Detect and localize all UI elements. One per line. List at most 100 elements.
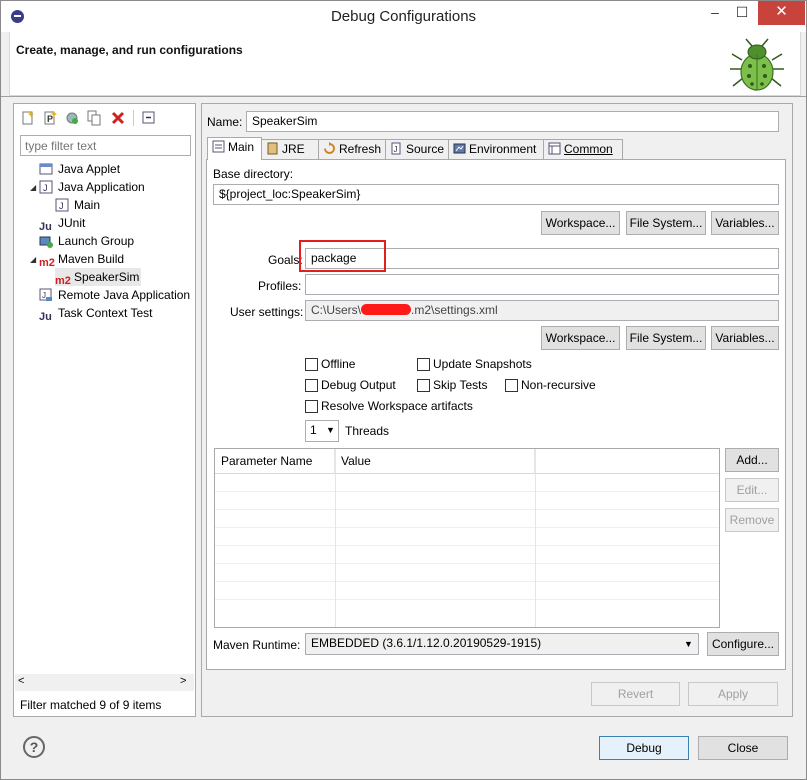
table-column-divider: [335, 449, 336, 627]
profiles-field[interactable]: [305, 274, 779, 295]
export-icon[interactable]: [64, 110, 80, 126]
new-prototype-icon[interactable]: P: [42, 110, 58, 126]
debug-bug-icon: [730, 38, 784, 91]
name-field[interactable]: SpeakerSim: [246, 111, 779, 132]
maven-runtime-label: Maven Runtime:: [213, 638, 301, 652]
table-row: [215, 599, 719, 600]
threads-select[interactable]: 1 ▼: [305, 420, 339, 442]
skip-tests-label: Skip Tests: [433, 378, 488, 392]
goals-label: Goals:: [268, 253, 303, 267]
filter-status: Filter matched 9 of 9 items: [20, 698, 162, 712]
remove-button[interactable]: Remove: [725, 508, 779, 532]
chevron-down-icon: ▼: [326, 425, 335, 435]
help-icon[interactable]: ?: [23, 736, 45, 758]
tab-refresh[interactable]: Refresh: [318, 139, 386, 159]
file-system-button[interactable]: File System...: [626, 211, 706, 235]
svg-text:J: J: [59, 201, 64, 211]
value-header[interactable]: Value: [335, 449, 535, 473]
table-column-divider: [535, 449, 536, 627]
skip-tests-checkbox[interactable]: [417, 379, 430, 392]
parameter-table[interactable]: Parameter Name Value: [214, 448, 720, 628]
main-tab-content: Base directory: ${project_loc:SpeakerSim…: [206, 159, 786, 670]
scroll-right-icon[interactable]: >: [180, 675, 186, 687]
non-recursive-checkbox[interactable]: [505, 379, 518, 392]
table-row: [215, 491, 719, 492]
configuration-editor-panel: Name: SpeakerSim Main JRE Refresh J Sourc…: [201, 103, 793, 717]
tree-item-main[interactable]: J Main: [55, 196, 100, 214]
tree-item-launch-group[interactable]: Launch Group: [39, 232, 134, 250]
table-row: [215, 563, 719, 564]
common-icon: [548, 142, 561, 155]
table-row: [215, 509, 719, 510]
redaction-mark: [361, 304, 412, 315]
scroll-left-icon[interactable]: <: [18, 675, 24, 687]
svg-text:J: J: [42, 291, 46, 300]
apply-button[interactable]: Apply: [688, 682, 778, 706]
update-snapshots-checkbox[interactable]: [417, 358, 430, 371]
user-settings-label: User settings:: [230, 305, 304, 319]
junit-icon: Ju: [39, 221, 52, 233]
workspace-button[interactable]: Workspace...: [541, 211, 620, 235]
window-close-button[interactable]: ✕: [758, 1, 805, 25]
goals-highlight-box: [299, 240, 386, 272]
filter-input[interactable]: [20, 135, 191, 156]
base-directory-field[interactable]: ${project_loc:SpeakerSim}: [213, 184, 779, 205]
tree-item-remote-java-application[interactable]: J Remote Java Application: [39, 286, 190, 304]
collapse-toggle-icon[interactable]: ◢: [30, 255, 36, 264]
threads-label: Threads: [345, 424, 390, 438]
file-system-button-2[interactable]: File System...: [626, 326, 706, 350]
collapse-toggle-icon[interactable]: ◢: [30, 183, 36, 192]
workspace-button-2[interactable]: Workspace...: [541, 326, 620, 350]
table-header-divider: [215, 473, 719, 474]
horizontal-scrollbar[interactable]: < >: [15, 674, 194, 691]
new-configuration-icon[interactable]: [20, 110, 36, 126]
main-tab-icon: [212, 140, 225, 153]
tree-item-task-context-test[interactable]: Ju Task Context Test: [39, 304, 153, 323]
close-button[interactable]: Close: [698, 736, 788, 760]
maven-icon: m2: [55, 275, 71, 287]
base-directory-label: Base directory:: [213, 167, 294, 181]
variables-button[interactable]: Variables...: [711, 211, 779, 235]
java-applet-icon: [39, 163, 53, 175]
offline-checkbox[interactable]: [305, 358, 318, 371]
minimize-button[interactable]: –: [701, 1, 729, 25]
tab-source[interactable]: J Source: [385, 139, 449, 159]
environment-icon: [453, 143, 466, 154]
toolbar-divider: [133, 110, 134, 126]
delete-icon[interactable]: [110, 110, 126, 126]
non-recursive-label: Non-recursive: [521, 378, 596, 392]
table-row: [215, 581, 719, 582]
table-row: [215, 527, 719, 528]
user-settings-field[interactable]: C:\Users\ .m2\settings.xml: [305, 300, 779, 321]
collapse-all-icon[interactable]: [141, 110, 157, 126]
maven-runtime-select[interactable]: EMBEDDED (3.6.1/1.12.0.20190529-1915) ▼: [305, 633, 699, 655]
tree-item-java-application[interactable]: J Java Application: [39, 178, 145, 196]
edit-button[interactable]: Edit...: [725, 478, 779, 502]
debug-button[interactable]: Debug: [599, 736, 689, 760]
name-label: Name:: [207, 115, 243, 129]
java-application-icon: J: [39, 180, 53, 194]
header-title: Create, manage, and run configurations: [16, 43, 243, 57]
configure-button[interactable]: Configure...: [707, 632, 779, 656]
duplicate-icon[interactable]: [86, 110, 102, 126]
tree-item-junit[interactable]: Ju JUnit: [39, 214, 85, 233]
tab-jre[interactable]: JRE: [261, 139, 319, 159]
tree-item-speakersim[interactable]: m2 SpeakerSim: [55, 268, 142, 287]
tree-item-maven-build[interactable]: m2 Maven Build: [39, 250, 124, 269]
debug-output-label: Debug Output: [321, 378, 396, 392]
profiles-label: Profiles:: [258, 279, 302, 293]
configuration-tree-panel: P Java Applet ◢ JJava Application JMain …: [13, 103, 196, 717]
launch-group-icon: [39, 236, 53, 248]
tree-item-java-applet[interactable]: Java Applet: [39, 160, 120, 178]
tab-common[interactable]: Common: [543, 139, 623, 159]
svg-text:J: J: [394, 145, 398, 154]
parameter-name-header[interactable]: Parameter Name: [215, 449, 335, 473]
tab-environment[interactable]: Environment: [448, 139, 544, 159]
debug-output-checkbox[interactable]: [305, 379, 318, 392]
maximize-button[interactable]: ☐: [729, 1, 755, 25]
tab-main[interactable]: Main: [207, 137, 262, 160]
resolve-workspace-checkbox[interactable]: [305, 400, 318, 413]
revert-button[interactable]: Revert: [591, 682, 680, 706]
variables-button-2[interactable]: Variables...: [711, 326, 779, 350]
add-button[interactable]: Add...: [725, 448, 779, 472]
